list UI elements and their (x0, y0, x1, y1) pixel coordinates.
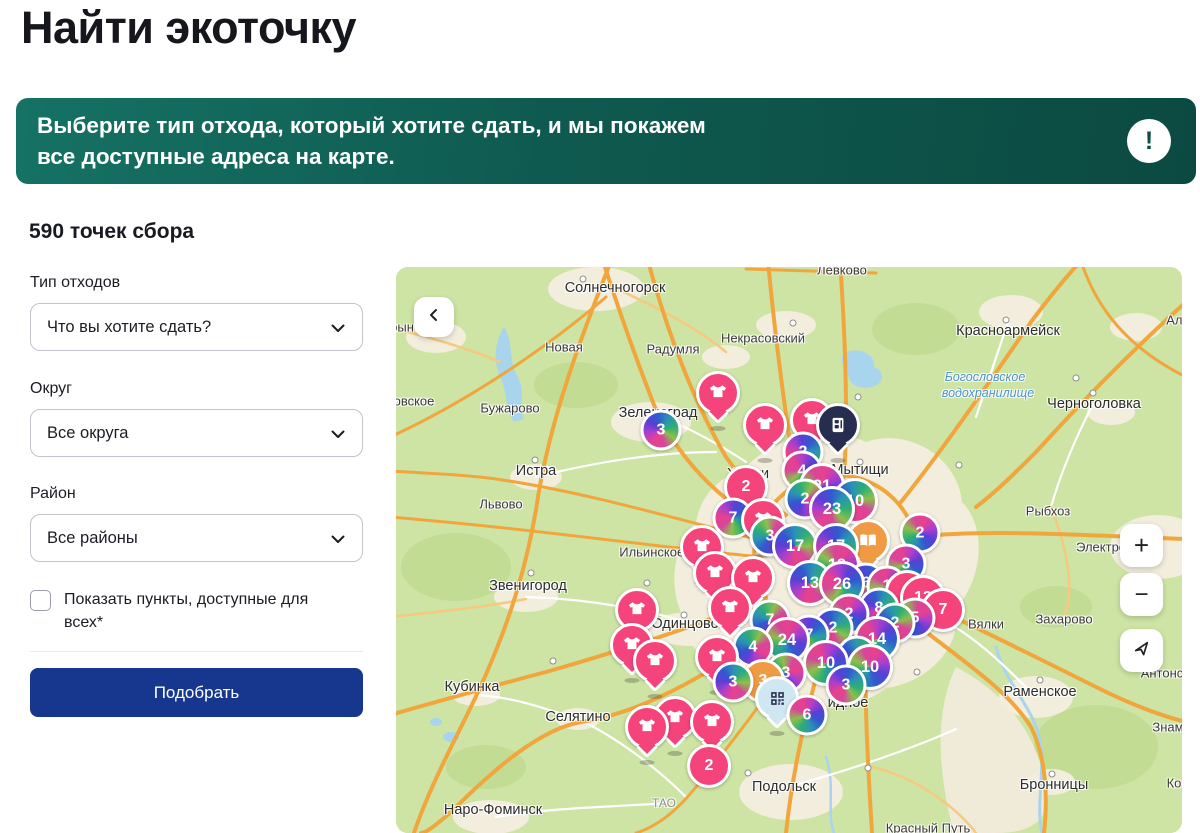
map-settlement-dot (855, 394, 862, 401)
available-for-all-label: Показать пункты, доступные для всех* (64, 588, 340, 634)
map-place-label: Красный Путь (886, 821, 971, 833)
map-settlement-dot (1090, 390, 1097, 397)
info-banner-line1: Выберите тип отхода, который хотите сдат… (37, 110, 706, 141)
pink-count-marker[interactable]: 2 (687, 744, 731, 788)
okrug-label: Округ (30, 380, 72, 398)
map-place-label: Подольск (752, 779, 816, 795)
map-settlement-dot (528, 570, 535, 577)
map-place-label: водохранилище (942, 386, 1034, 400)
clothes-pin[interactable] (633, 639, 677, 683)
map-place-label: Наро-Фоминск (444, 802, 542, 818)
divider (30, 651, 363, 652)
map-place-label: Львово (479, 497, 522, 512)
zoom-out-button[interactable]: − (1120, 573, 1163, 616)
cluster-marker[interactable]: 6 (787, 695, 828, 736)
map-place-label: Але (1166, 313, 1182, 328)
map-place-label: Одинцово (651, 616, 718, 632)
map-settlement-dot (790, 320, 797, 327)
locate-button[interactable] (1120, 629, 1163, 672)
map-settlement-dot (914, 669, 921, 676)
map-place-label: Левково (817, 267, 867, 278)
map-place-label: Вялки (968, 617, 1004, 632)
map-settlement-dot (1073, 375, 1080, 382)
map-settlement-dot (550, 658, 557, 665)
clothes-pin[interactable] (690, 700, 734, 744)
map-place-label: овское (396, 394, 434, 409)
map-place-label: Черноголовка (1047, 396, 1141, 412)
map-place-label: Бронницы (1020, 777, 1089, 793)
map-place-label: Раменское (1003, 684, 1076, 700)
info-banner: Выберите тип отхода, который хотите сдат… (16, 98, 1196, 184)
cluster-marker[interactable]: 3 (826, 665, 867, 706)
map-place-label: Бужарово (480, 401, 539, 416)
cluster-marker[interactable]: 3 (713, 662, 754, 703)
raion-label: Район (30, 485, 76, 503)
back-button[interactable] (414, 297, 454, 337)
map-settlement-dot (1049, 771, 1056, 778)
zoom-in-button[interactable]: + (1120, 524, 1163, 567)
clothes-pin[interactable] (696, 371, 740, 415)
map-place-label: Кубинка (445, 679, 500, 695)
waste-type-label: Тип отходов (30, 274, 120, 292)
map-settlement-dot (681, 612, 688, 619)
map-place-label: Новая (545, 340, 583, 355)
map-settlement-dot (745, 770, 752, 777)
exclamation-icon: ! (1127, 119, 1171, 163)
cluster-marker[interactable]: 3 (641, 410, 682, 451)
map-place-label: Ко (1167, 776, 1182, 791)
waste-type-value: Что вы хотите сдать? (47, 318, 211, 337)
map-settlement-dot (956, 462, 963, 469)
points-count-heading: 590 точек сбора (29, 220, 194, 244)
okrug-select[interactable]: Все округа (30, 409, 363, 457)
map-settlement-dot (1003, 317, 1010, 324)
map-place-label: Захарово (1035, 612, 1092, 627)
waste-type-select[interactable]: Что вы хотите сдать? (30, 303, 363, 351)
clothes-pin[interactable] (625, 705, 669, 749)
fandomat-pin[interactable] (816, 403, 860, 447)
clothes-pin[interactable] (708, 586, 752, 630)
map-place-label: Селятино (545, 709, 610, 725)
map-place-label: рын (396, 320, 414, 335)
submit-button[interactable]: Подобрать (30, 668, 363, 717)
map-settlement-dot (857, 459, 864, 466)
raion-value: Все районы (47, 529, 138, 548)
chevron-down-icon (329, 425, 347, 448)
okrug-value: Все округа (47, 424, 129, 443)
map-place-label: Истра (516, 463, 556, 479)
map-place-label: ТАО (652, 796, 676, 810)
chevron-down-icon (329, 530, 347, 553)
map-place-label: Знам (1152, 720, 1182, 735)
map-place-label: Красноармейск (956, 323, 1060, 339)
map-place-label: Рыбхоз (1026, 504, 1070, 519)
info-banner-text: Выберите тип отхода, который хотите сдат… (37, 110, 706, 172)
map-settlement-dot (580, 276, 587, 283)
map-place-label: Богословское (945, 370, 1026, 384)
map-place-label: Некрасовский (721, 331, 805, 346)
map-place-label: Солнечногорск (565, 280, 666, 296)
raion-select[interactable]: Все районы (30, 514, 363, 562)
map-settlement-dot (644, 580, 651, 587)
chevron-left-icon (426, 307, 442, 328)
map-canvas[interactable]: Солнечногорск Левково Некрасовский Новая Рад… (396, 267, 1182, 833)
navigation-arrow-icon (1132, 639, 1151, 663)
page-title: Найти экоточку (21, 2, 356, 54)
available-for-all-checkbox-row[interactable]: Показать пункты, доступные для всех* (30, 588, 340, 634)
map-place-label: Радумля (647, 342, 700, 357)
available-for-all-checkbox[interactable] (30, 590, 51, 611)
chevron-down-icon (329, 319, 347, 342)
map-settlement-dot (532, 457, 539, 464)
map-place-label: Звенигород (489, 578, 567, 594)
info-banner-line2: все доступные адреса на карте. (37, 141, 706, 172)
map-settlement-dot (865, 765, 872, 772)
map-settlement-dot (1037, 677, 1044, 684)
clothes-pin[interactable] (743, 403, 787, 447)
